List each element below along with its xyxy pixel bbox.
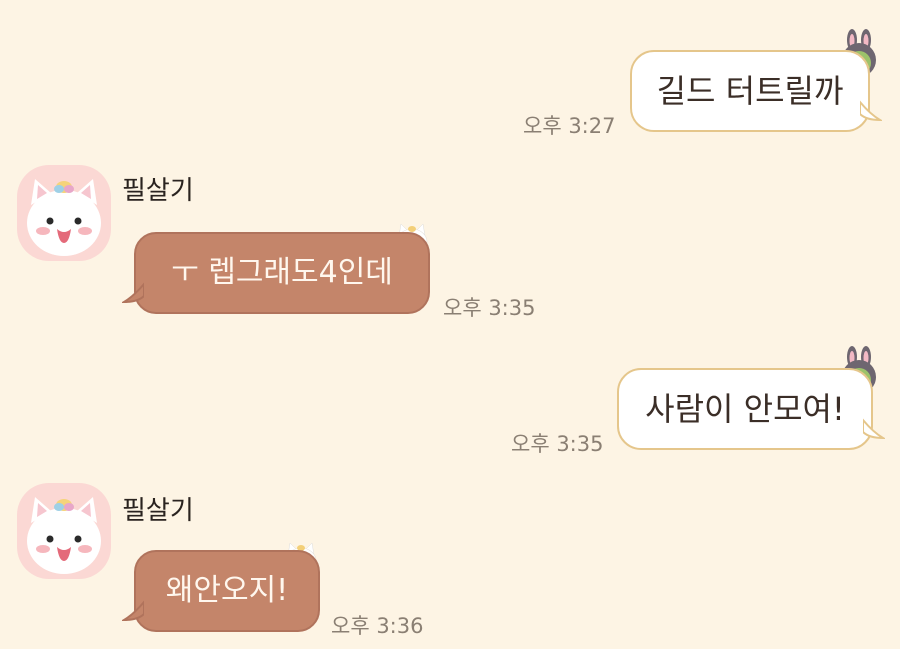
incoming-bubble[interactable]: 왜안오지! <box>122 550 320 632</box>
outgoing-bubble[interactable]: 길드 터트릴까 <box>630 50 882 132</box>
bubble-tail <box>860 100 882 122</box>
message-text: 왜안오지! <box>165 573 289 608</box>
message-time: 오후 3:35 <box>511 432 604 456</box>
sender-name: 필살기 <box>122 176 194 206</box>
avatar[interactable] <box>17 483 111 579</box>
avatar[interactable] <box>17 165 111 261</box>
message-time: 오후 3:35 <box>443 296 536 320</box>
bubble-tail <box>122 600 144 622</box>
sender-name: 필살기 <box>122 496 194 526</box>
bubble-tail <box>863 418 885 440</box>
message-time: 오후 3:27 <box>523 114 616 138</box>
message-text: ㅜ 렙그래도4인데 <box>171 255 393 290</box>
bubble-tail <box>122 282 144 304</box>
unicorn-cat-icon <box>27 497 101 574</box>
unicorn-cat-icon <box>27 179 101 256</box>
message-text: 사람이 안모여! <box>645 390 845 428</box>
outgoing-bubble[interactable]: 사람이 안모여! <box>617 368 885 450</box>
message-text: 길드 터트릴까 <box>656 72 844 110</box>
message-time: 오후 3:36 <box>331 614 424 638</box>
incoming-bubble[interactable]: ㅜ 렙그래도4인데 <box>122 232 430 314</box>
